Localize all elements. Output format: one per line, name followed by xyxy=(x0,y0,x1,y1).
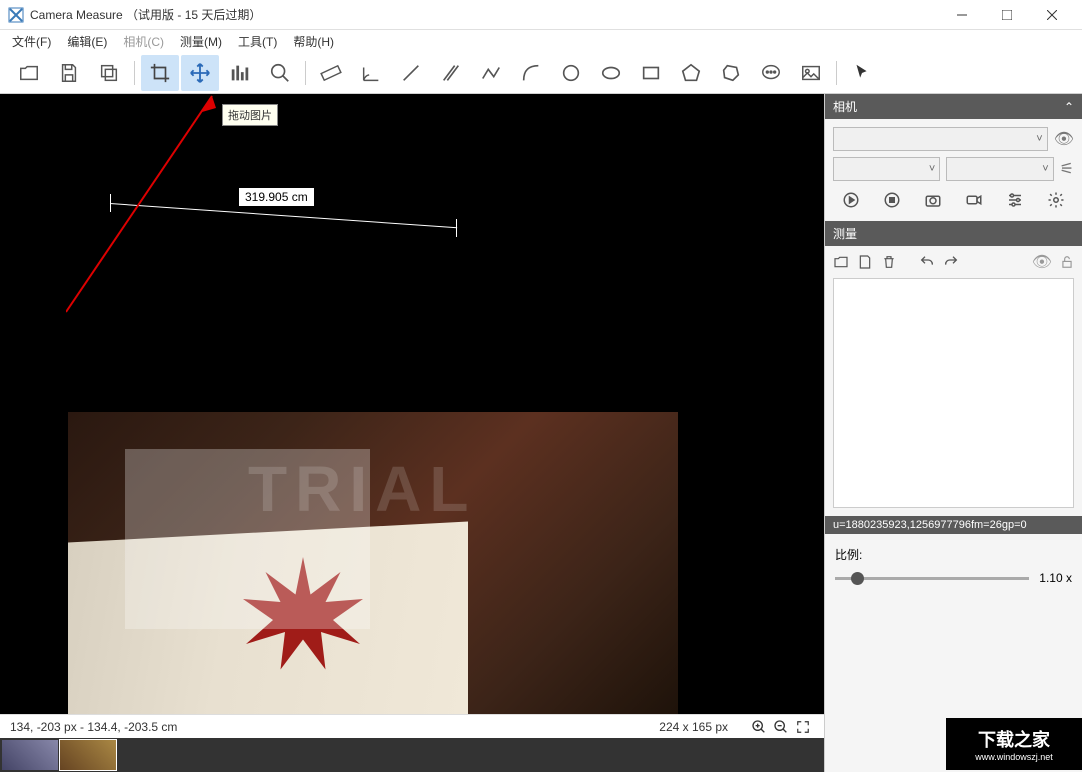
chevrons-icon[interactable]: ⚟ xyxy=(1060,159,1074,179)
undo-button[interactable] xyxy=(919,254,935,270)
move-button[interactable] xyxy=(181,55,219,91)
toolbar xyxy=(0,52,1082,94)
eye-icon[interactable]: 👁 xyxy=(1054,129,1074,149)
menu-tools[interactable]: 工具(T) xyxy=(230,31,285,52)
parallel-button[interactable] xyxy=(432,55,470,91)
titlebar: Camera Measure （试用版 - 15 天后过期） xyxy=(0,0,1082,30)
lock-icon[interactable] xyxy=(1060,255,1074,269)
menubar: 文件(F) 编辑(E) 相机(C) 测量(M) 工具(T) 帮助(H) xyxy=(0,30,1082,52)
menu-edit[interactable]: 编辑(E) xyxy=(59,31,115,52)
image-button[interactable] xyxy=(792,55,830,91)
window-title: Camera Measure （试用版 - 15 天后过期） xyxy=(30,6,939,23)
pentagon-button[interactable] xyxy=(672,55,710,91)
polygon-button[interactable] xyxy=(712,55,750,91)
camera-format-select[interactable]: ˅ xyxy=(833,157,940,181)
zoom-button[interactable] xyxy=(261,55,299,91)
camera-res-select[interactable]: ˅ xyxy=(946,157,1053,181)
polyline-button[interactable] xyxy=(472,55,510,91)
app-logo-icon xyxy=(8,7,24,23)
settings-button[interactable] xyxy=(1041,187,1071,213)
pointer-button[interactable] xyxy=(843,55,881,91)
info-strip: u=1880235923,1256977796fm=26gp=0 xyxy=(825,516,1082,534)
save-measure-button[interactable] xyxy=(857,254,873,270)
open-button[interactable] xyxy=(10,55,48,91)
status-size: 224 x 165 px xyxy=(659,720,728,734)
status-coords: 134, -203 px - 134.4, -203.5 cm xyxy=(10,720,177,734)
play-button[interactable] xyxy=(836,187,866,213)
stop-button[interactable] xyxy=(877,187,907,213)
zoom-out-button[interactable] xyxy=(770,716,792,738)
measurement-value: 319.905 cm xyxy=(238,187,315,207)
hide-icon[interactable]: 👁 xyxy=(1032,252,1052,272)
minimize-button[interactable] xyxy=(939,0,984,29)
rectangle-button[interactable] xyxy=(632,55,670,91)
menu-camera: 相机(C) xyxy=(115,31,172,52)
scale-label: 比例: xyxy=(835,546,1072,563)
fullscreen-button[interactable] xyxy=(792,716,814,738)
canvas[interactable]: 319.905 cm 拖动图片 TRIAL xyxy=(0,94,824,714)
camera-select[interactable]: ˅ xyxy=(833,127,1048,151)
thumbnail-strip xyxy=(0,738,824,772)
copy-button[interactable] xyxy=(90,55,128,91)
ruler-button[interactable] xyxy=(312,55,350,91)
zoom-in-button[interactable] xyxy=(748,716,770,738)
delete-measure-button[interactable] xyxy=(881,254,897,270)
crop-selection[interactable] xyxy=(125,449,370,629)
menu-measure[interactable]: 测量(M) xyxy=(172,31,230,52)
menu-help[interactable]: 帮助(H) xyxy=(285,31,342,52)
thumbnail-2[interactable] xyxy=(60,740,116,770)
record-button[interactable] xyxy=(959,187,989,213)
move-tooltip: 拖动图片 xyxy=(222,104,278,126)
save-button[interactable] xyxy=(50,55,88,91)
statusbar: 134, -203 px - 134.4, -203.5 cm 224 x 16… xyxy=(0,714,824,738)
measure-list[interactable] xyxy=(833,278,1074,508)
side-panel: 相机 ⌃ ˅ 👁 ˅ ˅ ⚟ 测量 xyxy=(824,94,1082,772)
open-measure-button[interactable] xyxy=(833,254,849,270)
thumbnail-1[interactable] xyxy=(2,740,58,770)
histogram-button[interactable] xyxy=(221,55,259,91)
annotation-button[interactable] xyxy=(752,55,790,91)
camera-panel-header[interactable]: 相机 ⌃ xyxy=(825,94,1082,119)
circle-button[interactable] xyxy=(552,55,590,91)
snapshot-button[interactable] xyxy=(918,187,948,213)
crop-button[interactable] xyxy=(141,55,179,91)
line-button[interactable] xyxy=(392,55,430,91)
sliders-button[interactable] xyxy=(1000,187,1030,213)
collapse-icon: ⌃ xyxy=(1064,100,1074,114)
ellipse-button[interactable] xyxy=(592,55,630,91)
angle-button[interactable] xyxy=(352,55,390,91)
menu-file[interactable]: 文件(F) xyxy=(4,31,59,52)
site-watermark: 下载之家 www.windowszj.net xyxy=(946,718,1082,770)
scale-value: 1.10 x xyxy=(1039,571,1072,585)
arc-button[interactable] xyxy=(512,55,550,91)
scale-slider[interactable] xyxy=(835,577,1029,580)
maximize-button[interactable] xyxy=(984,0,1029,29)
measure-panel-header[interactable]: 测量 xyxy=(825,221,1082,246)
redo-button[interactable] xyxy=(943,254,959,270)
close-button[interactable] xyxy=(1029,0,1074,29)
